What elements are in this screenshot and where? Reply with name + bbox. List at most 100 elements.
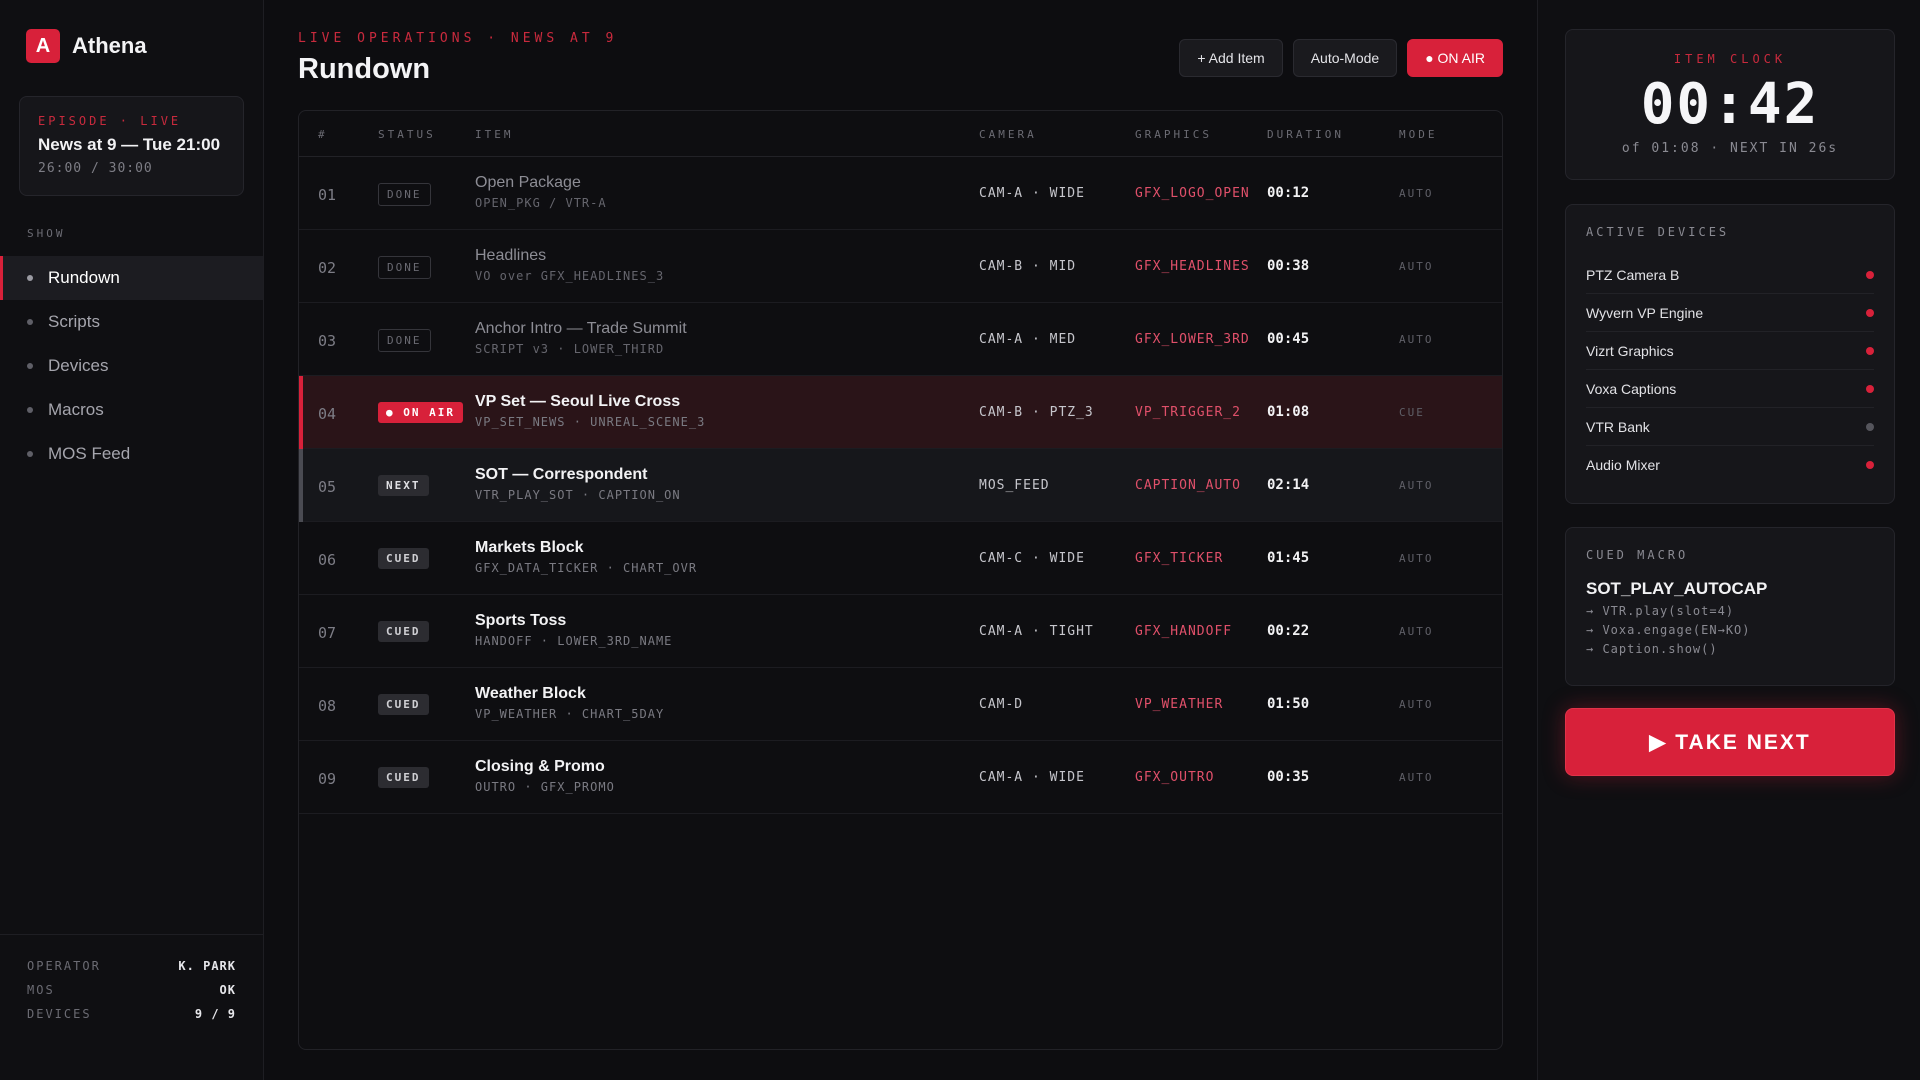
status-led-icon (1866, 461, 1874, 469)
table-header: # STATUS ITEM CAMERA GRAPHICS DURATION M… (299, 111, 1502, 157)
episode-card[interactable]: EPISODE · LIVE News at 9 — Tue 21:00 26:… (19, 96, 244, 196)
footer-key: DEVICES (27, 1007, 92, 1021)
table-row[interactable]: 09 CUED Closing & Promo OUTRO · GFX_PROMO CA… (299, 741, 1502, 814)
column-header-camera[interactable]: CAMERA (979, 128, 1037, 141)
footer-value: 9 / 9 (194, 1007, 236, 1021)
row-number: 04 (318, 405, 337, 423)
row-status: DONE (378, 183, 431, 206)
row-camera: MOS_FEED (979, 478, 1050, 493)
brand[interactable]: A Athena (26, 29, 147, 63)
item-subtitle: VO over GFX_HEADLINES_3 (475, 269, 665, 283)
footer-key: MOS (27, 983, 55, 997)
column-header-graphics[interactable]: GRAPHICS (1135, 128, 1212, 141)
sidebar: A Athena EPISODE · LIVE News at 9 — Tue … (0, 0, 264, 1080)
device-name: Vizrt Graphics (1586, 342, 1674, 359)
device-row[interactable]: Voxa Captions (1586, 370, 1874, 408)
row-item: Headlines VO over GFX_HEADLINES_3 (475, 247, 664, 283)
sidebar-item-mos-feed[interactable]: MOS Feed (0, 432, 263, 476)
row-number: 07 (318, 624, 337, 642)
row-mode: CUE (1399, 406, 1425, 419)
status-badge: CUED (378, 621, 429, 642)
table-row[interactable]: 07 CUED Sports Toss HANDOFF · LOWER_3RD_NAM… (299, 595, 1502, 668)
row-item: SOT — Correspondent VTR_PLAY_SOT · CAPTIO… (475, 466, 681, 502)
row-camera: CAM-C · WIDE (979, 551, 1085, 566)
table-row[interactable]: 02 DONE Headlines VO over GFX_HEADLINES_3 CA… (299, 230, 1502, 303)
auto-mode-button[interactable]: Auto-Mode (1292, 39, 1398, 77)
item-clock-label: ITEM CLOCK (1673, 52, 1787, 66)
table-row[interactable]: 08 CUED Weather Block VP_WEATHER · CHART_5D… (299, 668, 1502, 741)
episode-label: EPISODE · LIVE (38, 114, 182, 128)
add-item-button[interactable]: + Add Item (1179, 39, 1283, 77)
footer-row-operator: OPERATOR K. PARK (27, 959, 236, 983)
row-mode: AUTO (1399, 698, 1434, 711)
device-row[interactable]: Audio Mixer (1586, 446, 1874, 484)
table-body: 01 DONE Open Package OPEN_PKG / VTR-A CAM-A … (299, 157, 1502, 814)
sidebar-nav: Rundown Scripts Devices Macros MOS Feed (0, 256, 263, 476)
device-row[interactable]: Wyvern VP Engine (1586, 294, 1874, 332)
column-header-status[interactable]: STATUS (378, 128, 436, 141)
table-row[interactable]: 06 CUED Markets Block GFX_DATA_TICKER · CHA… (299, 522, 1502, 595)
row-number: 01 (318, 186, 337, 204)
column-header-duration[interactable]: DURATION (1267, 128, 1344, 141)
footer-row-mos: MOS OK (27, 983, 236, 1007)
item-title: Weather Block (475, 685, 586, 702)
sidebar-item-rundown[interactable]: Rundown (0, 256, 263, 300)
item-subtitle: VP_SET_NEWS · UNREAL_SCENE_3 (475, 415, 706, 429)
table-row[interactable]: 03 DONE Anchor Intro — Trade Summit SCRIPT … (299, 303, 1502, 376)
page-title: Rundown (298, 53, 431, 85)
status-led-icon (1866, 308, 1874, 317)
sidebar-item-devices[interactable]: Devices (0, 344, 263, 388)
sidebar-item-scripts[interactable]: Scripts (0, 300, 263, 344)
row-status: NEXT (378, 475, 429, 496)
item-title: Open Package (475, 174, 581, 191)
take-next-button[interactable]: ▶ TAKE NEXT (1565, 708, 1895, 776)
cued-macro-label: CUED MACRO (1586, 548, 1689, 562)
cued-macro-card[interactable]: CUED MACRO SOT_PLAY_AUTOCAP → VTR.play(s… (1565, 527, 1895, 686)
device-row[interactable]: Vizrt Graphics (1586, 332, 1874, 370)
item-title: Anchor Intro — Trade Summit (475, 320, 687, 337)
on-air-button[interactable]: ● ON AIR (1407, 39, 1503, 77)
row-item: Markets Block GFX_DATA_TICKER · CHART_OVR (475, 539, 697, 575)
item-title: Markets Block (475, 539, 584, 556)
sidebar-footer: OPERATOR K. PARK MOS OK DEVICES 9 / 9 (0, 934, 263, 1080)
row-mode: AUTO (1399, 479, 1434, 492)
footer-key: OPERATOR (27, 959, 101, 973)
row-status: DONE (378, 329, 431, 352)
row-camera: CAM-A · MED (979, 332, 1077, 347)
footer-value: OK (219, 983, 236, 997)
row-mode: AUTO (1399, 625, 1434, 638)
bullet-icon (27, 363, 33, 369)
row-duration: 01:50 (1267, 696, 1310, 712)
table-row[interactable]: 04 ● ON AIR VP Set — Seoul Live Cross VP_SE… (299, 376, 1502, 449)
column-header-item[interactable]: ITEM (475, 128, 514, 141)
row-item: Weather Block VP_WEATHER · CHART_5DAY (475, 685, 664, 721)
row-mode: AUTO (1399, 552, 1434, 565)
row-mode: AUTO (1399, 260, 1434, 273)
item-clock-subtext: of 01:08 · NEXT IN 26s (1621, 141, 1839, 156)
device-row[interactable]: VTR Bank (1586, 408, 1874, 446)
sidebar-item-label: Scripts (48, 312, 100, 331)
row-status: ● ON AIR (378, 402, 463, 423)
active-devices-label: ACTIVE DEVICES (1586, 225, 1730, 239)
bullet-icon (27, 319, 33, 325)
sidebar-item-label: Devices (48, 356, 109, 375)
row-number: 06 (318, 551, 337, 569)
status-badge: DONE (378, 183, 431, 206)
device-row[interactable]: PTZ Camera B (1586, 256, 1874, 294)
item-title: Closing & Promo (475, 758, 605, 775)
column-header-number[interactable]: # (318, 128, 328, 141)
table-row[interactable]: 05 NEXT SOT — Correspondent VTR_PLAY_SOT · … (299, 449, 1502, 522)
item-title: VP Set — Seoul Live Cross (475, 393, 681, 410)
row-graphics: VP_TRIGGER_2 (1135, 405, 1241, 420)
row-camera: CAM-A · TIGHT (979, 624, 1094, 639)
row-graphics: GFX_OUTRO (1135, 770, 1215, 785)
row-item: Sports Toss HANDOFF · LOWER_3RD_NAME (475, 612, 672, 648)
column-header-mode[interactable]: MODE (1399, 128, 1438, 141)
sidebar-item-macros[interactable]: Macros (0, 388, 263, 432)
status-led-icon (1866, 384, 1874, 393)
row-graphics: VP_WEATHER (1135, 697, 1224, 712)
item-clock-value: 00:42 (1640, 72, 1820, 137)
table-row[interactable]: 01 DONE Open Package OPEN_PKG / VTR-A CAM-A … (299, 157, 1502, 230)
row-duration: 00:22 (1267, 623, 1310, 639)
macro-name: SOT_PLAY_AUTOCAP (1586, 579, 1768, 598)
